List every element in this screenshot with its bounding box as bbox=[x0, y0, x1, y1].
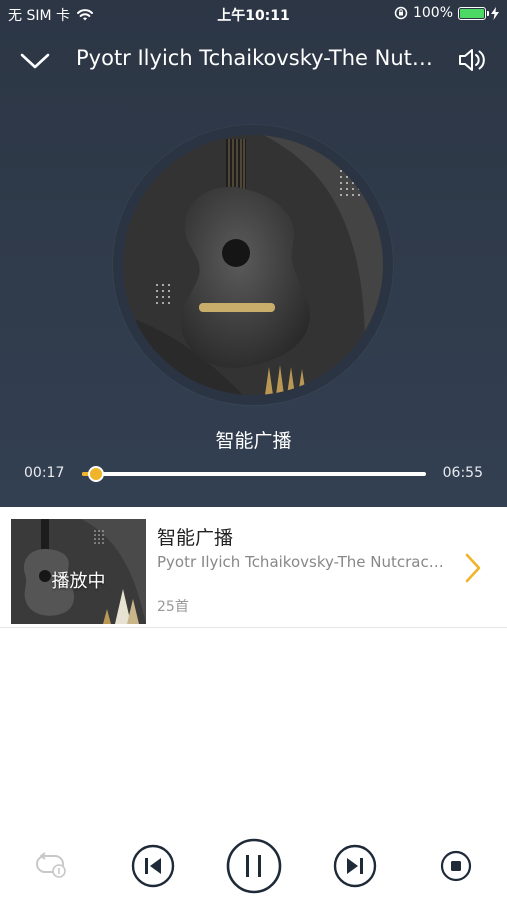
playing-label: 播放中 bbox=[51, 571, 106, 592]
progress-slider[interactable] bbox=[82, 466, 426, 482]
guitar-artwork bbox=[123, 135, 383, 395]
track-title: Pyotr Ilyich Tchaikovsky-The Nutcracker bbox=[76, 46, 441, 70]
speaker-icon[interactable] bbox=[457, 46, 487, 74]
battery-icon bbox=[458, 6, 489, 20]
track-count: 25首 bbox=[157, 599, 189, 615]
charging-icon bbox=[491, 6, 499, 20]
total-time: 06:55 bbox=[442, 465, 483, 481]
rotation-lock-icon bbox=[394, 6, 408, 20]
chevron-right-icon[interactable] bbox=[463, 552, 483, 584]
pause-icon[interactable] bbox=[226, 838, 282, 894]
progress-row: 00:17 06:55 bbox=[0, 462, 507, 486]
nav-bar: Pyotr Ilyich Tchaikovsky-The Nutcracker bbox=[0, 36, 507, 84]
card-subtitle: Pyotr Ilyich Tchaikovsky-The Nutcracker bbox=[157, 553, 447, 571]
card-thumbnail: 播放中 bbox=[11, 519, 146, 624]
status-right: 100% bbox=[394, 5, 499, 21]
now-playing-card[interactable]: 播放中 智能广播 Pyotr Ilyich Tchaikovsky-The Nu… bbox=[0, 507, 507, 628]
card-title: 智能广播 bbox=[157, 527, 234, 549]
battery-percent: 100% bbox=[412, 5, 453, 21]
loop-mode-icon[interactable] bbox=[35, 851, 69, 881]
previous-icon[interactable] bbox=[131, 844, 175, 888]
next-icon[interactable] bbox=[333, 844, 377, 888]
album-title: 智能广播 bbox=[215, 430, 292, 452]
stop-icon[interactable] bbox=[440, 850, 472, 882]
current-time: 00:17 bbox=[24, 465, 65, 481]
status-bar: 无 SIM 卡 上午10:11 100% bbox=[0, 0, 507, 30]
progress-thumb[interactable] bbox=[87, 466, 104, 482]
playback-controls bbox=[0, 836, 507, 896]
chevron-down-icon[interactable] bbox=[18, 46, 52, 74]
player-panel: 无 SIM 卡 上午10:11 100% Pyotr Ilyich Tchaik… bbox=[0, 0, 507, 507]
album-cover bbox=[123, 135, 383, 395]
